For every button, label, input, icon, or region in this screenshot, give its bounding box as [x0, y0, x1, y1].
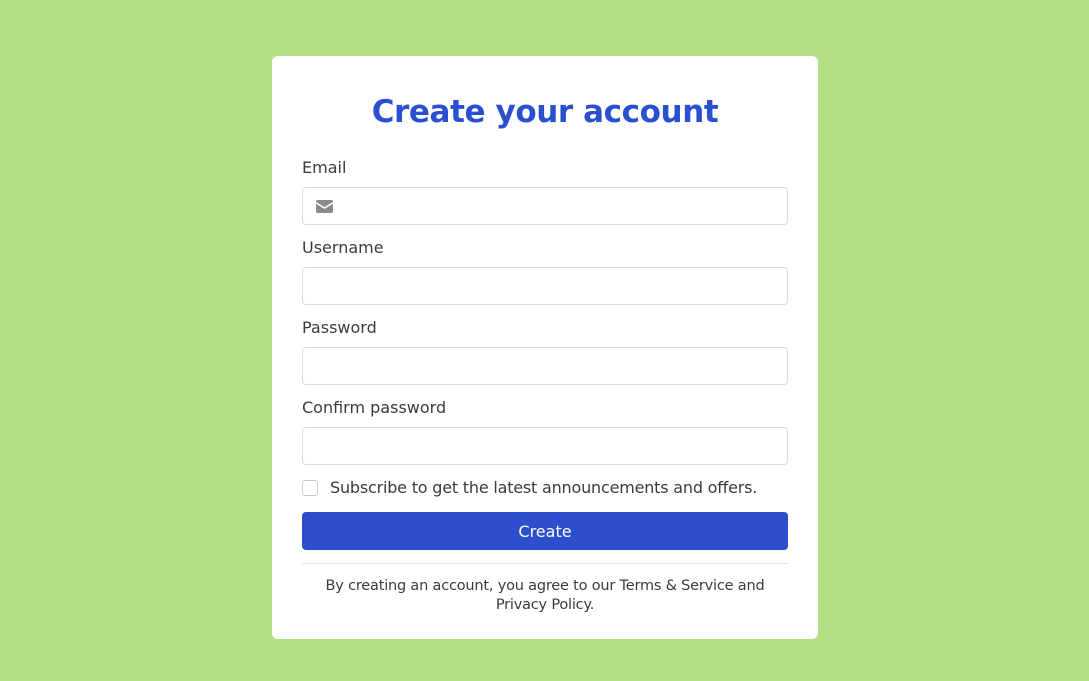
terms-notice-prefix: By creating an account, you agree to our — [325, 578, 620, 594]
username-field-container[interactable] — [302, 267, 788, 305]
subscribe-checkbox[interactable] — [302, 480, 318, 496]
terms-notice-middle: and — [733, 578, 765, 594]
terms-notice-suffix: . — [589, 597, 595, 613]
username-label: Username — [302, 238, 384, 257]
subscribe-label[interactable]: Subscribe to get the latest announcement… — [330, 478, 757, 498]
confirm-password-field-container[interactable] — [302, 427, 788, 465]
confirm-password-label: Confirm password — [302, 398, 447, 417]
username-input[interactable] — [303, 268, 787, 304]
divider — [302, 563, 788, 564]
email-field-container[interactable] — [302, 187, 788, 225]
email-label: Email — [302, 158, 347, 177]
terms-notice: By creating an account, you agree to our… — [302, 577, 788, 615]
terms-link[interactable]: Terms & Service — [620, 578, 734, 594]
email-input[interactable] — [303, 188, 787, 224]
confirm-password-input[interactable] — [303, 428, 787, 464]
envelope-icon — [316, 200, 333, 213]
create-button[interactable]: Create — [302, 512, 788, 550]
password-label: Password — [302, 318, 377, 337]
page-title: Create your account — [371, 94, 719, 130]
password-field-container[interactable] — [302, 347, 788, 385]
password-input[interactable] — [303, 348, 787, 384]
privacy-link[interactable]: Privacy Policy — [496, 597, 590, 613]
signup-card: Create your account Email Username Passw… — [272, 56, 818, 639]
